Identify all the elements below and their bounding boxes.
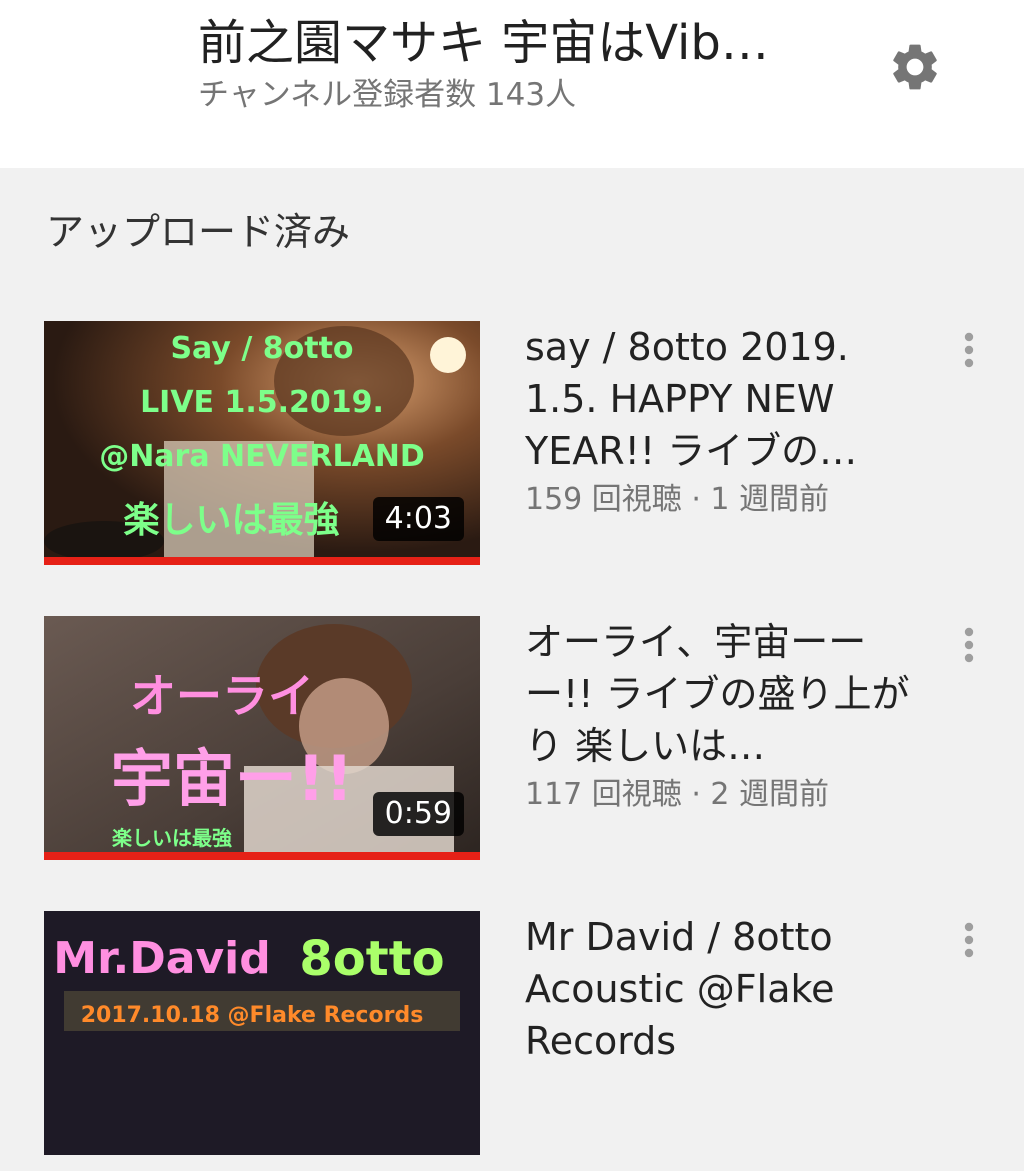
video-meta: 159 回視聴 · 1 週間前 (525, 482, 830, 517)
thumbnail-caption: オーライ (130, 669, 314, 723)
thumbnail-caption: LIVE 1.5.2019. (140, 385, 384, 420)
watch-progress-bar (44, 557, 480, 565)
thumbnail-caption: 2017.10.18 @Flake Records (80, 1003, 424, 1028)
video-item[interactable]: Mr.David 8otto 2017.10.18 @Flake Records… (0, 911, 1024, 1171)
gear-icon (893, 44, 937, 90)
more-vert-icon (964, 627, 974, 663)
video-thumbnail[interactable]: Say / 8otto LIVE 1.5.2019. @Nara NEVERLA… (44, 321, 480, 565)
video-meta: 117 回視聴 · 2 週間前 (525, 777, 830, 812)
channel-header: 前之園マサキ 宇宙はVib… チャンネル登録者数 143人 (0, 0, 1024, 168)
watch-progress-bar (44, 852, 480, 860)
duration-badge: 0:59 (372, 792, 464, 836)
video-title[interactable]: オーライ、宇宙ーーー!! ライブの盛り上がり 楽しいは… (525, 616, 915, 772)
video-item[interactable]: Say / 8otto LIVE 1.5.2019. @Nara NEVERLA… (0, 321, 1024, 581)
thumbnail-caption: 楽しいは最強 (112, 826, 232, 850)
more-vert-icon (964, 332, 974, 368)
thumbnail-caption: 楽しいは最強 (123, 500, 340, 541)
thumbnail-caption: Say / 8otto (170, 331, 354, 366)
more-vert-icon (964, 922, 974, 958)
section-title-uploads: アップロード済み (46, 210, 351, 254)
thumbnail-caption: 8otto (299, 931, 445, 987)
settings-button[interactable] (884, 36, 946, 98)
more-options-button[interactable] (952, 620, 986, 670)
thumbnail-caption: @Nara NEVERLAND (99, 439, 425, 474)
video-item[interactable]: オーライ 宇宙ー!! 楽しいは最強 0:59 オーライ、宇宙ーーー!! ライブの… (0, 616, 1024, 876)
video-thumbnail[interactable]: Mr.David 8otto 2017.10.18 @Flake Records (44, 911, 480, 1155)
more-options-button[interactable] (952, 325, 986, 375)
more-options-button[interactable] (952, 915, 986, 965)
video-title[interactable]: say / 8otto 2019. 1.5. HAPPY NEW YEAR!! … (525, 321, 915, 477)
subscriber-count: チャンネル登録者数 143人 (198, 77, 577, 113)
duration-badge: 4:03 (372, 497, 464, 541)
video-thumbnail[interactable]: オーライ 宇宙ー!! 楽しいは最強 0:59 (44, 616, 480, 860)
video-title[interactable]: Mr David / 8otto Acoustic @Flake Records (525, 911, 915, 1067)
channel-name: 前之園マサキ 宇宙はVib… (198, 15, 769, 71)
